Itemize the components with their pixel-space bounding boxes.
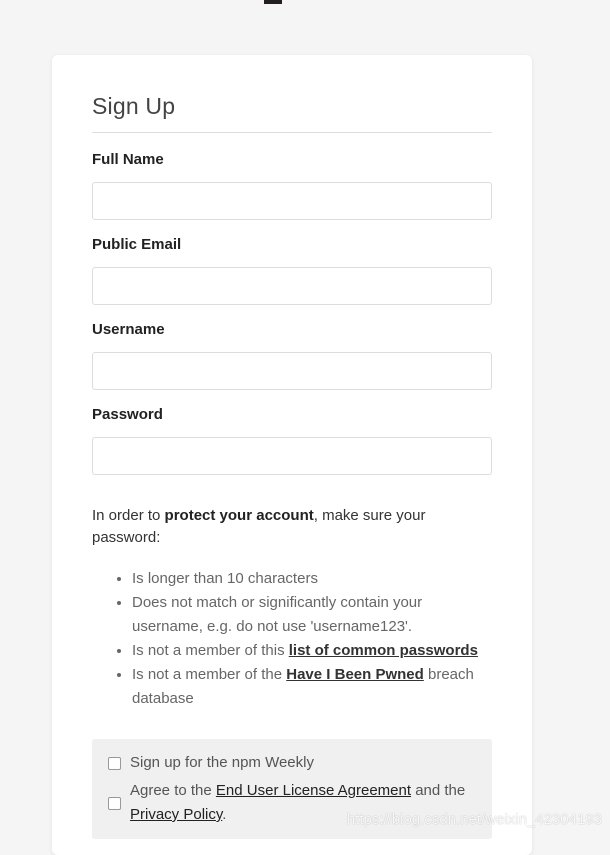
- eula-link[interactable]: End User License Agreement: [216, 782, 411, 799]
- password-rules-list: Is longer than 10 characters Does not ma…: [92, 567, 492, 711]
- password-group: Password: [92, 406, 492, 475]
- signup-form: Sign Up Full Name Public Email Username …: [92, 93, 492, 839]
- full-name-group: Full Name: [92, 151, 492, 220]
- public-email-label: Public Email: [92, 236, 182, 253]
- full-name-input[interactable]: [92, 182, 492, 220]
- weekly-checkbox[interactable]: [108, 756, 121, 770]
- password-intro: In order to protect your account, make s…: [92, 505, 492, 549]
- privacy-policy-link[interactable]: Privacy Policy: [130, 806, 222, 823]
- rule-common-passwords: Is not a member of this list of common p…: [132, 639, 492, 663]
- full-name-label: Full Name: [92, 151, 164, 168]
- agree-prefix: Agree to the: [130, 782, 216, 799]
- hibp-link[interactable]: Have I Been Pwned: [286, 666, 424, 683]
- npm-logo: [264, 0, 282, 4]
- password-input[interactable]: [92, 437, 492, 475]
- intro-bold: protect your account: [164, 507, 314, 524]
- agree-middle: and the: [411, 782, 466, 799]
- rule-common-prefix: Is not a member of this: [132, 642, 289, 659]
- rule-length: Is longer than 10 characters: [132, 567, 492, 591]
- username-input[interactable]: [92, 352, 492, 390]
- username-group: Username: [92, 321, 492, 390]
- common-passwords-link[interactable]: list of common passwords: [289, 642, 478, 659]
- weekly-label: Sign up for the npm Weekly: [130, 754, 314, 771]
- public-email-input[interactable]: [92, 267, 492, 305]
- rule-username: Does not match or significantly contain …: [132, 591, 492, 639]
- weekly-row: Sign up for the npm Weekly: [108, 751, 476, 775]
- signup-card: Sign Up Full Name Public Email Username …: [52, 55, 532, 855]
- intro-prefix: In order to: [92, 507, 165, 524]
- public-email-group: Public Email: [92, 236, 492, 305]
- watermark: https://blog.csdn.net/weixin_42304193: [346, 811, 602, 828]
- rule-hibp: Is not a member of the Have I Been Pwned…: [132, 663, 492, 711]
- page-title: Sign Up: [92, 93, 492, 133]
- agree-suffix: .: [222, 806, 227, 823]
- rule-hibp-prefix: Is not a member of the: [132, 666, 287, 683]
- password-label: Password: [92, 406, 163, 423]
- username-label: Username: [92, 321, 165, 338]
- agree-checkbox[interactable]: [108, 796, 121, 810]
